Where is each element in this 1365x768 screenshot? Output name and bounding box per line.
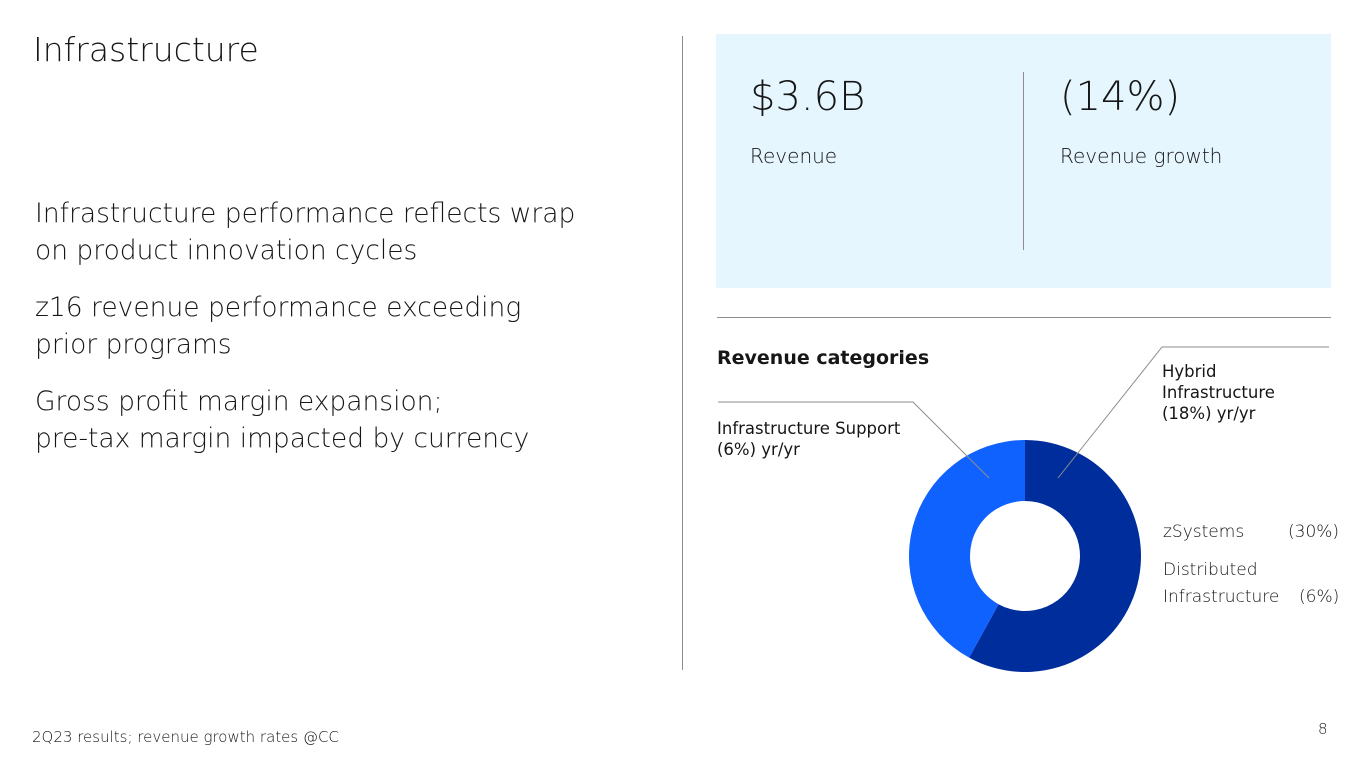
callout-line: (6%) yr/yr <box>717 440 800 459</box>
donut-chart <box>718 346 1329 672</box>
callout-line: Hybrid <box>1162 362 1217 381</box>
legend-item-distributed-name: Distributed Infrastructure <box>1163 559 1279 608</box>
support-callout: Infrastructure Support (6%) yr/yr <box>717 418 900 460</box>
page-number: 8 <box>1318 720 1328 738</box>
legend-item-zsystems-growth: (30%) <box>1288 522 1340 542</box>
callout-line: (18%) yr/yr <box>1162 404 1256 423</box>
legend-line: Infrastructure <box>1163 587 1280 607</box>
footnote: 2Q23 results; revenue growth rates @CC <box>32 728 339 746</box>
legend-item-distributed-growth: (6%) <box>1299 587 1340 607</box>
legend-line: Distributed <box>1163 560 1258 580</box>
legend-item-zsystems-name: zSystems <box>1163 522 1245 542</box>
hybrid-callout: Hybrid Infrastructure (18%) yr/yr <box>1162 361 1275 424</box>
callout-line: Infrastructure Support <box>717 419 901 438</box>
callout-line: Infrastructure <box>1162 383 1275 402</box>
